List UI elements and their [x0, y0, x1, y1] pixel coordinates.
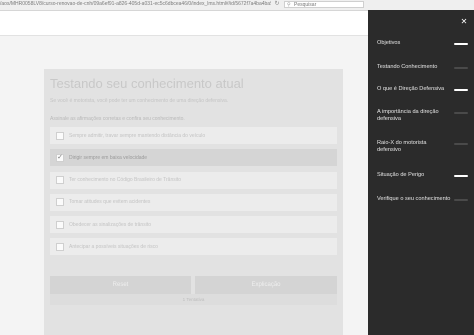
- menu-item-label: O que é Direção Defensiva: [377, 86, 445, 92]
- page-header: [0, 11, 368, 36]
- quiz-title: Testando seu conhecimento atual: [50, 76, 244, 91]
- close-icon[interactable]: ✕: [460, 18, 468, 26]
- explanation-button[interactable]: Explicação: [195, 276, 337, 294]
- quiz-subtitle: Se você é motorista, você pode ter um co…: [50, 98, 229, 104]
- option-label: Antecipar a possíveis situações de risco: [69, 243, 158, 250]
- menu-item-label: Verifique o seu conhecimento: [377, 196, 451, 202]
- option-label: Sempre admitir, travar sempre mantendo d…: [69, 132, 206, 139]
- progress-indicator: [454, 175, 468, 177]
- progress-indicator: [454, 43, 468, 45]
- quiz-instruction: Assinale as afirmações corretas e confir…: [50, 116, 185, 122]
- course-page: Testando seu conhecimento atual Se você …: [0, 11, 368, 335]
- option-label: Dirigir sempre em baixa velocidade: [69, 154, 148, 161]
- quiz-option[interactable]: Sempre admitir, travar sempre mantendo d…: [50, 127, 337, 144]
- menu-item-label: Raio-X do motorista defensivo: [377, 140, 427, 153]
- menu-item-label: Situação de Perigo: [377, 172, 425, 178]
- reset-button[interactable]: Reset: [50, 276, 191, 294]
- menu-item-label: Objetivos: [377, 40, 401, 46]
- browser-search-box[interactable]: ⚲: [284, 1, 364, 8]
- menu-item-label: Testando Conhecimento: [377, 64, 438, 70]
- quiz-options: Sempre admitir, travar sempre mantendo d…: [50, 127, 337, 261]
- progress-indicator: [454, 112, 468, 114]
- option-label: Obedecer as sinalizações de trânsito: [69, 221, 151, 228]
- checkmark-icon: ✓: [57, 153, 63, 161]
- quiz-option[interactable]: ✓ Dirigir sempre em baixa velocidade: [50, 149, 337, 167]
- checkbox[interactable]: [56, 131, 64, 140]
- option-label: Tomar atitudes que evitem acidentes: [69, 199, 151, 206]
- reload-icon[interactable]: ↻: [273, 1, 281, 8]
- progress-indicator: [454, 199, 468, 201]
- menu-item-label: A importância da direção defensiva: [377, 109, 439, 122]
- progress-indicator: [454, 89, 468, 91]
- search-icon: ⚲: [287, 2, 291, 8]
- address-bar[interactable]: /aos/MHR0058LV8/curso-renovao-de-cnh/09a…: [0, 1, 271, 8]
- option-label: Ter conhecimento no Código Brasileiro de…: [69, 177, 182, 184]
- attempts-counter: 1 Tentativa: [50, 294, 337, 305]
- quiz-option[interactable]: Tomar atitudes que evitem acidentes: [50, 193, 337, 211]
- quiz-actions: Reset Explicação: [50, 276, 337, 294]
- progress-indicator: [454, 143, 468, 145]
- checkbox[interactable]: [56, 198, 64, 207]
- quiz-card: Testando seu conhecimento atual Se você …: [44, 69, 343, 335]
- search-input[interactable]: [294, 2, 364, 8]
- checkbox[interactable]: [56, 176, 64, 185]
- quiz-option[interactable]: Obedecer as sinalizações de trânsito: [50, 216, 337, 234]
- progress-indicator: [454, 67, 468, 69]
- course-menu-sidebar: ✕ Objetivos Testando Conhecimento O que …: [368, 10, 474, 335]
- quiz-option[interactable]: Ter conhecimento no Código Brasileiro de…: [50, 171, 337, 189]
- checkbox[interactable]: [56, 242, 64, 251]
- checkbox-checked[interactable]: ✓: [56, 153, 64, 162]
- checkbox[interactable]: [56, 220, 64, 229]
- quiz-option[interactable]: Antecipar a possíveis situações de risco: [50, 238, 337, 256]
